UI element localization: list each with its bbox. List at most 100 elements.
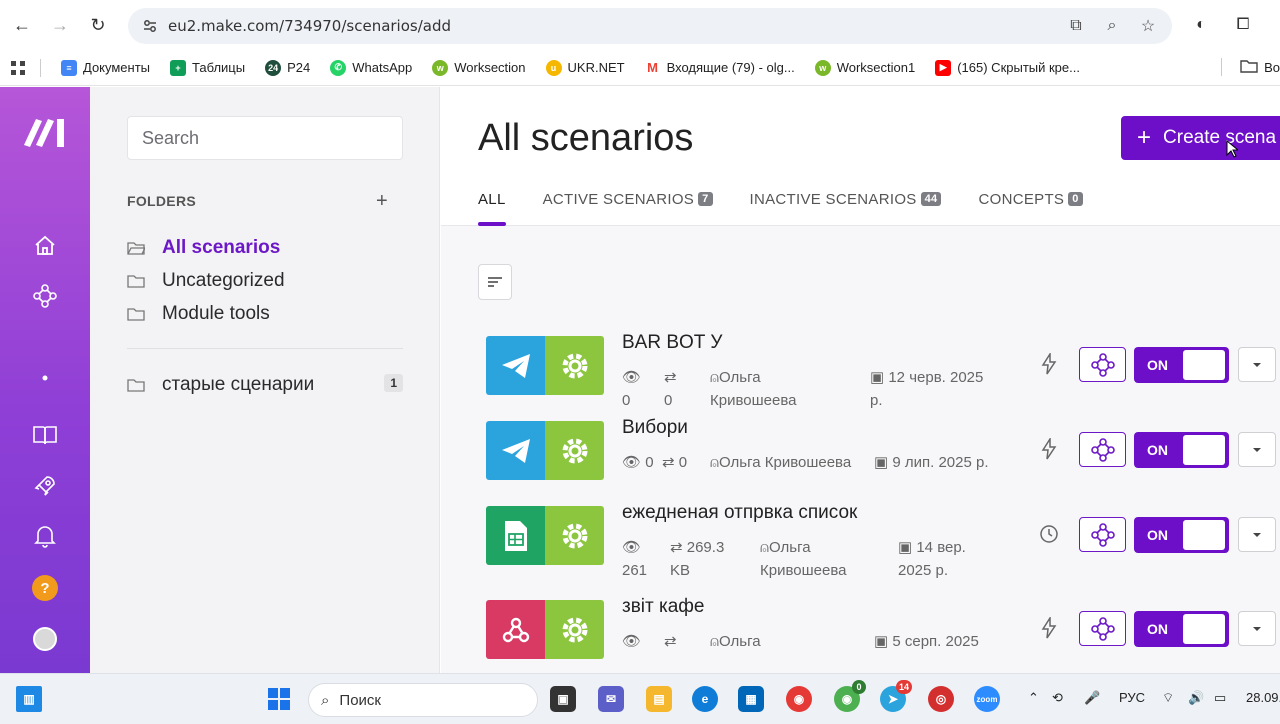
clock-date[interactable]: 28.09. [1246, 690, 1280, 705]
microphone-icon[interactable]: 🎤 [1084, 690, 1100, 706]
taskbar-search[interactable]: ⌕ Поиск [308, 683, 538, 717]
address-bar[interactable]: eu2.make.com/734970/scenarios/add ⧉ ⌕ ☆ [128, 8, 1172, 44]
windows-start-icon[interactable] [266, 686, 292, 712]
volume-icon[interactable]: 🔊 [1188, 690, 1204, 706]
tools-gear-icon [545, 336, 604, 395]
scenario-diagram-button[interactable] [1079, 432, 1126, 467]
scenarios-icon[interactable] [30, 281, 60, 311]
home-icon[interactable] [30, 231, 60, 261]
tab-inactive-scenarios[interactable]: INACTIVE SCENARIOS 44 [750, 191, 942, 226]
folder-label: Uncategorized [162, 270, 285, 291]
scenario-menu-button[interactable] [1238, 347, 1276, 382]
tools-gear-icon [545, 506, 604, 565]
google-sheets-icon [486, 506, 545, 565]
scenario-menu-button[interactable] [1238, 517, 1276, 552]
gmail-icon: M [644, 59, 661, 76]
rocket-icon[interactable] [30, 471, 60, 501]
scenario-toggle[interactable]: ON [1134, 611, 1229, 647]
site-info-icon[interactable] [142, 18, 158, 34]
reload-icon[interactable]: ↻ [86, 13, 110, 37]
sync-icon[interactable]: ⟲ [1052, 690, 1063, 706]
more-dot-icon[interactable] [30, 363, 60, 393]
file-explorer-icon[interactable]: ▤ [646, 686, 672, 712]
make-logo[interactable] [22, 115, 68, 149]
wifi-icon[interactable]: ⌔ [1162, 690, 1174, 706]
bell-icon[interactable] [30, 521, 60, 551]
scenario-diagram-button[interactable] [1079, 347, 1126, 382]
forward-icon[interactable]: → [48, 13, 72, 37]
author: ⍝Ольга Кривошеева [710, 454, 852, 471]
task-view-icon[interactable]: ▣ [550, 686, 576, 712]
teams-icon[interactable]: ✉ [598, 686, 624, 712]
scenario-row[interactable]: звіт кафе 👁 ⇄ ⍝Ольга ▣ 5 серп. 2025 ON [486, 596, 1280, 673]
sort-button[interactable] [478, 264, 512, 300]
bookmark-item[interactable]: M Входящие (79) - olg... [644, 59, 795, 76]
url-text[interactable]: eu2.make.com/734970/scenarios/add [168, 17, 451, 35]
help-icon[interactable]: ? [30, 573, 60, 603]
transfer-icon: ⇄ [670, 539, 687, 556]
scenario-row[interactable]: BAR BOT У 👁 0 ⇄ 0 ⍝Ольга Кривошеева ▣ 12 ч… [486, 332, 1280, 426]
bookmark-item[interactable]: w Worksection [432, 59, 526, 76]
scenario-menu-button[interactable] [1238, 432, 1276, 467]
telegram-taskbar-icon[interactable]: ➤ 14 [880, 680, 912, 712]
bookmark-item[interactable]: ✆ WhatsApp [330, 59, 412, 76]
divider [127, 348, 403, 349]
add-folder-button[interactable]: + [376, 190, 388, 213]
create-scenario-button[interactable]: + Create scena [1121, 116, 1280, 160]
folders-heading: FOLDERS [127, 193, 196, 209]
scenario-toggle[interactable]: ON [1134, 347, 1229, 383]
folder-icon [127, 275, 145, 288]
apps-grid-icon[interactable] [10, 60, 26, 76]
user-icon: ⍝ [710, 633, 720, 650]
tab-active-scenarios[interactable]: ACTIVE SCENARIOS 7 [543, 191, 713, 226]
transfer-stat: ⇄ 269.3 KB [670, 539, 725, 579]
puzzle-icon[interactable]: ⧠ [1232, 14, 1254, 36]
zoom-icon[interactable]: zoom [974, 686, 1000, 712]
book-icon[interactable] [30, 420, 60, 450]
scenario-diagram-button[interactable] [1079, 517, 1126, 552]
scenario-diagram-button[interactable] [1079, 611, 1126, 646]
transfer-icon: ⇄ [662, 454, 675, 471]
bookmark-item[interactable]: 24 P24 [265, 59, 310, 76]
avatar[interactable] [30, 624, 60, 654]
bookmark-star-icon[interactable]: ☆ [1138, 16, 1158, 36]
tray-chevron-icon[interactable]: ⌃ [1028, 690, 1039, 706]
tab-all[interactable]: ALL [478, 191, 506, 226]
zoom-icon[interactable]: ⌕ [1102, 16, 1122, 36]
toggle-knob [1183, 435, 1225, 465]
extension-icon[interactable]: ◐ [1190, 14, 1212, 36]
bookmarks-other[interactable]: Во [1221, 58, 1280, 76]
scenario-name[interactable]: ежедненая отпрвка список [622, 502, 857, 524]
chrome-icon[interactable]: ◉ [786, 686, 812, 712]
folder-module-tools[interactable]: Module tools [127, 303, 403, 325]
folder-all-scenarios[interactable]: All scenarios [127, 237, 403, 259]
back-icon[interactable]: ← [10, 13, 34, 37]
scenario-toggle[interactable]: ON [1134, 517, 1229, 553]
search-input[interactable] [127, 116, 403, 160]
edge-icon[interactable]: e [692, 686, 718, 712]
bookmark-item[interactable]: ≡ Документы [61, 59, 150, 76]
bookmark-item[interactable]: + Таблицы [170, 59, 245, 76]
app-red-icon[interactable]: ◎ [928, 686, 954, 712]
bookmark-item[interactable]: u UKR.NET [545, 59, 625, 76]
scenario-name[interactable]: BAR BOT У [622, 332, 722, 354]
scenario-toggle[interactable]: ON [1134, 432, 1229, 468]
translate-icon[interactable]: ⧉ [1066, 16, 1086, 36]
scenario-row[interactable]: ежедненая отпрвка список 👁 261 ⇄ 269.3 KB… [486, 502, 1280, 596]
chrome-profile-icon[interactable]: ◉ 0 [834, 680, 866, 712]
scenario-apps [486, 336, 604, 395]
scenario-menu-button[interactable] [1238, 611, 1276, 646]
scenario-name[interactable]: Вибори [622, 417, 688, 439]
folder-old-scenarios[interactable]: старые сценарии 1 [127, 374, 403, 396]
scenario-row[interactable]: Вибори 👁 0 ⇄ 0 ⍝Ольга Кривошеева ▣ 9 лип… [486, 417, 1280, 511]
page-header: All scenarios + Create scena ALL ACTIVE … [441, 87, 1280, 226]
tab-concepts[interactable]: CONCEPTS 0 [978, 191, 1083, 226]
folder-uncategorized[interactable]: Uncategorized [127, 270, 403, 292]
bookmark-item[interactable]: w Worksection1 [814, 59, 915, 76]
widgets-icon[interactable]: ▥ [16, 686, 42, 712]
battery-icon[interactable]: ▭ [1214, 690, 1226, 706]
scenario-name[interactable]: звіт кафе [622, 596, 705, 618]
bookmark-item[interactable]: ▶ (165) Скрытый кре... [935, 59, 1080, 76]
store-icon[interactable]: ▦ [738, 686, 764, 712]
language-indicator[interactable]: РУС [1119, 690, 1145, 705]
